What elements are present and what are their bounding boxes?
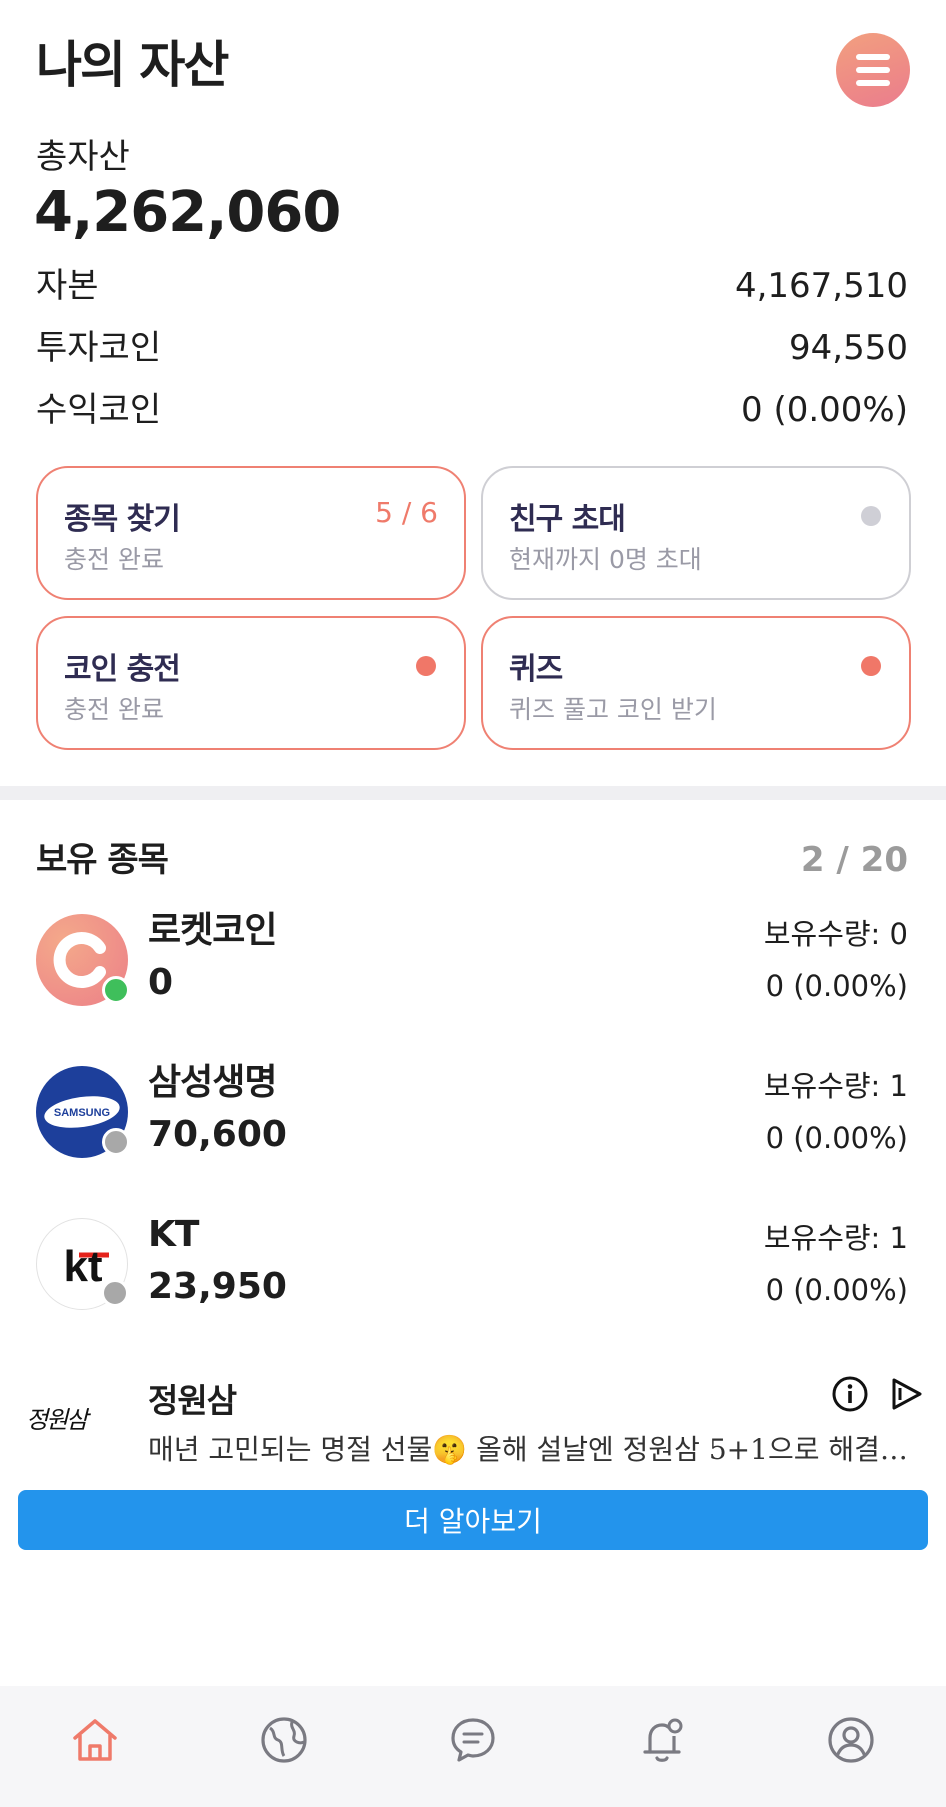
stock-name: 삼성생명	[148, 1062, 277, 1103]
page-title: 나의 자산	[36, 36, 229, 94]
stock-holding-qty: 보유수량: 1	[763, 1221, 908, 1255]
holdings-count: 2 / 20	[800, 840, 908, 880]
invest-coin-row: 투자코인 94,550	[36, 326, 908, 370]
invite-friend-card[interactable]: 친구 초대 현재까지 0명 초대	[481, 466, 911, 600]
stock-price: 0	[148, 962, 174, 1003]
status-indicator	[102, 976, 130, 1004]
holding-item-samsung-life[interactable]: SAMSUNG 삼성생명 70,600 보유수량: 1 0 (0.00%)	[36, 1062, 908, 1166]
stock-price: 23,950	[148, 1266, 287, 1307]
coin-charge-card[interactable]: 코인 충전 충전 완료	[36, 616, 466, 750]
home-icon	[72, 1718, 117, 1761]
adchoices-icon[interactable]	[888, 1374, 926, 1414]
total-assets-value: 4,262,060	[34, 180, 341, 245]
svg-text:SAMSUNG: SAMSUNG	[54, 1107, 110, 1119]
nav-home[interactable]	[60, 1705, 130, 1775]
find-stock-card[interactable]: 종목 찾기 5 / 6 충전 완료	[36, 466, 466, 600]
status-dot	[861, 656, 881, 676]
rocketcoin-logo	[36, 914, 130, 1006]
stock-return-rate: 0 (0.00%)	[765, 1121, 908, 1155]
profit-coin-label: 수익코인	[36, 390, 162, 430]
nav-profile[interactable]	[816, 1705, 886, 1775]
total-assets-label: 총자산	[36, 137, 130, 177]
stock-price: 70,600	[148, 1114, 287, 1155]
quiz-card[interactable]: 퀴즈 퀴즈 풀고 코인 받기	[481, 616, 911, 750]
capital-row: 자본 4,167,510	[36, 264, 908, 308]
samsung-life-logo: SAMSUNG	[36, 1066, 130, 1158]
status-dot	[861, 506, 881, 526]
bottom-nav	[0, 1686, 946, 1807]
card-title: 친구 초대	[509, 502, 626, 537]
nav-notifications[interactable]	[627, 1705, 697, 1775]
invest-coin-value: 94,550	[789, 328, 908, 368]
learn-more-button[interactable]: 더 알아보기	[18, 1490, 928, 1550]
holding-item-kt[interactable]: kt KT 23,950 보유수량: 1 0 (0.00%)	[36, 1214, 908, 1318]
info-icon[interactable]	[830, 1374, 870, 1414]
card-count: 5 / 6	[375, 496, 438, 529]
stock-return-rate: 0 (0.00%)	[765, 969, 908, 1003]
card-subtitle: 퀴즈 풀고 코인 받기	[509, 695, 717, 724]
ad-description: 매년 고민되는 명절 선물🤫 올해 설날엔 정원삼 5+1으로 해결하세요	[148, 1433, 926, 1466]
status-dot	[416, 656, 436, 676]
stock-holding-qty: 보유수량: 1	[763, 1069, 908, 1103]
card-subtitle: 충전 완료	[64, 545, 164, 574]
hamburger-icon	[856, 54, 890, 60]
holdings-title: 보유 종목	[36, 840, 169, 880]
card-subtitle: 현재까지 0명 초대	[509, 545, 702, 574]
invest-coin-label: 투자코인	[36, 328, 162, 368]
profit-coin-value: 0 (0.00%)	[741, 390, 908, 430]
chat-icon	[451, 1717, 495, 1762]
holding-item-rocketcoin[interactable]: 로켓코인 0 보유수량: 0 0 (0.00%)	[36, 910, 908, 1014]
globe-icon	[261, 1716, 307, 1763]
nav-globe[interactable]	[249, 1705, 319, 1775]
ad-title: 정원삼	[148, 1381, 237, 1420]
bell-icon	[643, 1718, 683, 1762]
kt-logo: kt	[36, 1218, 129, 1310]
card-title: 종목 찾기	[64, 502, 181, 537]
stock-holding-qty: 보유수량: 0	[763, 917, 908, 951]
card-subtitle: 충전 완료	[64, 695, 164, 724]
stock-name: 로켓코인	[148, 910, 277, 951]
menu-button[interactable]	[836, 33, 910, 107]
ad-logo: 정원삼	[26, 1406, 88, 1434]
profit-coin-row: 수익코인 0 (0.00%)	[36, 388, 908, 432]
stock-return-rate: 0 (0.00%)	[765, 1273, 908, 1307]
capital-value: 4,167,510	[734, 266, 908, 306]
ad-banner[interactable]: 정원삼 정원삼 매년 고민되는 명절 선물🤫 올해 설날엔 정원삼 5+1으로 …	[26, 1370, 926, 1470]
card-title: 코인 충전	[64, 652, 181, 687]
card-title: 퀴즈	[509, 652, 563, 687]
header: 나의 자산	[36, 30, 910, 110]
section-divider	[0, 786, 946, 800]
status-indicator	[101, 1279, 129, 1307]
profile-icon	[828, 1716, 874, 1763]
nav-chat[interactable]	[438, 1705, 508, 1775]
stock-name: KT	[148, 1214, 199, 1255]
capital-label: 자본	[36, 266, 99, 306]
ad-controls	[830, 1374, 926, 1414]
status-indicator	[102, 1128, 130, 1156]
svg-text:kt: kt	[63, 1242, 102, 1291]
